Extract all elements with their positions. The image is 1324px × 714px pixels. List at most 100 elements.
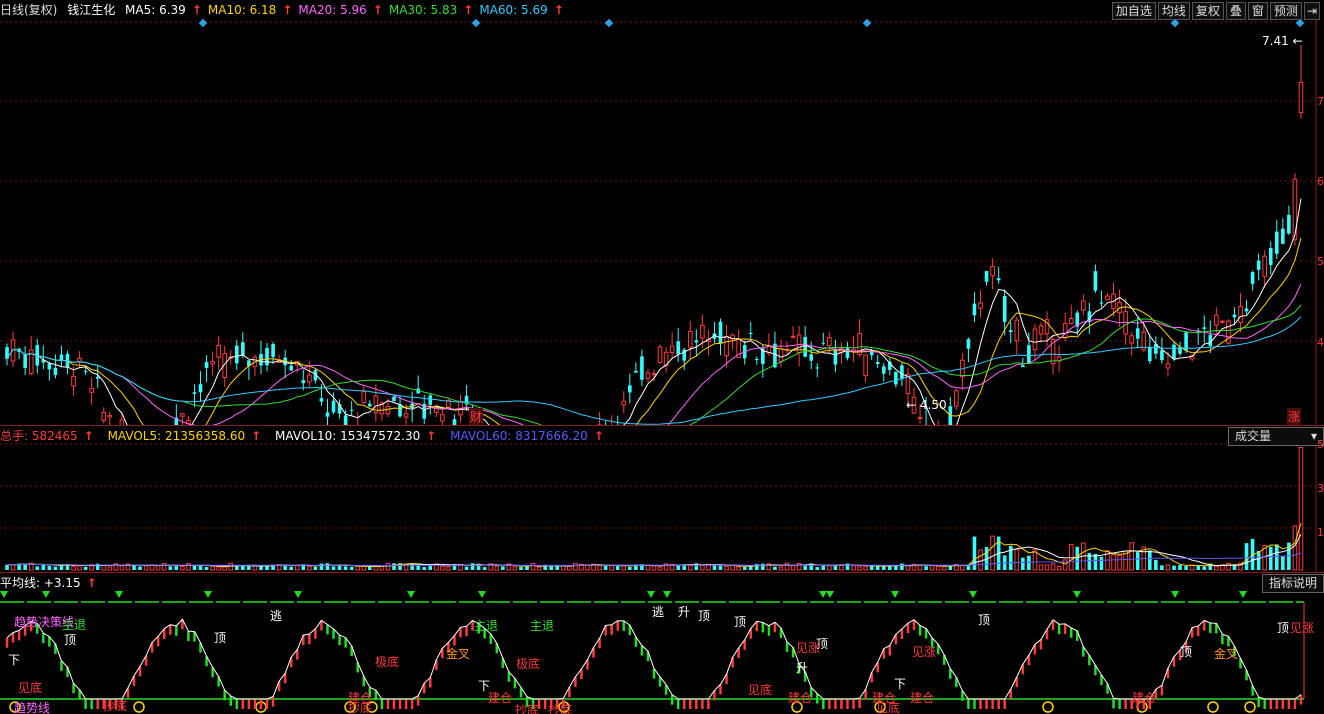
volume-bar: [724, 566, 729, 571]
signal-label: 顶: [978, 613, 991, 627]
limit-up-mark[interactable]: 涨: [1287, 408, 1302, 425]
signal-label: 逃: [270, 609, 283, 623]
volume-panel[interactable]: 总手: 582465 ↑ MAVOL5: 21356358.60 ↑ MAVOL10…: [0, 426, 1324, 572]
price-header: 日线(复权) 钱江生化 MA5: 6.39 ↑ MA10: 6.18 ↑ MA20: 5…: [0, 0, 576, 20]
buy-circle-icon[interactable]: [1207, 701, 1219, 713]
candle-body: [881, 366, 886, 374]
candle-body: [645, 372, 651, 380]
add-watchlist-button[interactable]: 加自选: [1111, 2, 1156, 20]
buy-circle-icon[interactable]: [133, 701, 145, 713]
volume-bar: [216, 566, 221, 571]
volume-bar: [1281, 556, 1285, 570]
sell-triangle-icon[interactable]: [294, 591, 302, 598]
indicator-title: 平均线: +3.15: [0, 576, 81, 590]
volume-bar: [1129, 542, 1134, 571]
signal-label: 建仓: [488, 691, 513, 705]
volume-bar: [1075, 546, 1080, 570]
signal-label: 逃: [652, 605, 665, 619]
price-axis-label: 6: [1317, 175, 1324, 188]
sell-triangle-icon[interactable]: [115, 591, 123, 598]
volume-bar: [204, 567, 209, 570]
candle-body: [368, 403, 372, 407]
overlay-button[interactable]: 叠: [1225, 2, 1246, 20]
volume-bar: [319, 563, 324, 570]
sell-triangle-icon[interactable]: [1239, 591, 1247, 598]
candle-body: [265, 348, 269, 366]
sell-triangle-icon[interactable]: [1171, 591, 1179, 598]
volume-bar: [512, 566, 518, 571]
volume-bar: [210, 565, 215, 571]
volume-chart[interactable]: [0, 426, 1324, 572]
sell-triangle-icon[interactable]: [1073, 591, 1081, 598]
volume-bar: [494, 565, 500, 571]
candle-body: [95, 376, 100, 379]
candle-body: [403, 413, 409, 418]
sell-triangle-icon[interactable]: [204, 591, 212, 598]
indicator-chart[interactable]: [0, 573, 1324, 714]
volume-bar: [252, 565, 258, 571]
candle-body: [1244, 308, 1249, 312]
event-diamond-icon[interactable]: [604, 18, 614, 28]
volume-bar: [687, 565, 693, 571]
buy-circle-icon[interactable]: [1244, 701, 1256, 713]
candle-body: [1068, 318, 1074, 324]
candle-body: [301, 380, 306, 384]
price-panel[interactable]: 日线(复权) 钱江生化 MA5: 6.39 ↑ MA10: 6.18 ↑ MA20: 5…: [0, 0, 1324, 425]
volume-bar: [1232, 565, 1237, 570]
event-diamond-icon[interactable]: [471, 18, 481, 28]
candle-body: [440, 414, 445, 422]
candle-body: [23, 354, 27, 368]
sell-triangle-icon[interactable]: [891, 591, 899, 598]
sell-triangle-icon[interactable]: [407, 591, 415, 598]
volume-bar: [700, 565, 705, 571]
window-button[interactable]: 窗: [1247, 2, 1268, 20]
candle-body: [1274, 231, 1279, 254]
event-diamond-icon[interactable]: [198, 18, 208, 28]
event-diamond-icon[interactable]: [1170, 18, 1180, 28]
volume-bar: [924, 566, 928, 570]
candle-body: [821, 342, 826, 344]
event-diamond-icon[interactable]: [1295, 18, 1305, 28]
adjust-button[interactable]: 复权: [1191, 2, 1224, 20]
volume-bar: [138, 566, 142, 570]
indicator-selector[interactable]: 成交量 ▾: [1228, 427, 1324, 446]
buy-circle-icon[interactable]: [1042, 701, 1054, 713]
volume-bar: [83, 566, 88, 570]
period-mode[interactable]: 日线(复权): [0, 3, 57, 17]
volume-bar: [718, 565, 723, 570]
candle-body: [1220, 320, 1225, 323]
volume-bar: [1165, 564, 1171, 571]
indicator-panel[interactable]: 平均线: +3.15 ↑ 指标说明 趋势决策线 下主退顶见底 抄底 趋势线顶逃建仓 抄底…: [0, 573, 1324, 714]
sell-triangle-icon[interactable]: [826, 591, 834, 598]
indicator-header: 平均线: +3.15 ↑: [0, 576, 97, 590]
signal-label: 趋势线: [14, 701, 51, 714]
volume-bar: [778, 566, 784, 571]
finance-mark[interactable]: 财: [469, 408, 484, 425]
volume-bar: [349, 566, 354, 570]
candle-body: [271, 344, 275, 357]
forecast-button[interactable]: 预测: [1269, 2, 1302, 20]
signal-label: 极底: [516, 657, 541, 671]
event-diamond-icon[interactable]: [862, 18, 872, 28]
candle-body: [216, 344, 221, 358]
candle-body: [83, 371, 88, 373]
sell-triangle-icon[interactable]: [819, 591, 827, 598]
sell-triangle-icon[interactable]: [969, 591, 977, 598]
sell-triangle-icon[interactable]: [647, 591, 655, 598]
volume-bar: [628, 566, 632, 570]
volume-bar: [585, 564, 590, 571]
volume-bar: [241, 565, 245, 570]
volume-bar: [815, 567, 820, 570]
volume-bar: [470, 563, 475, 570]
signal-label: 见底: [748, 683, 773, 697]
ma-button[interactable]: 均线: [1157, 2, 1190, 20]
exit-icon[interactable]: ⇥: [1303, 2, 1320, 20]
candlestick-chart[interactable]: [0, 0, 1324, 425]
sell-triangle-icon[interactable]: [478, 591, 486, 598]
sell-triangle-icon[interactable]: [663, 591, 671, 598]
volume-bar: [53, 566, 58, 570]
volume-bar: [597, 565, 602, 571]
candle-body: [428, 395, 433, 405]
indicator-help-button[interactable]: 指标说明: [1261, 574, 1324, 593]
volume-bar: [325, 563, 330, 570]
